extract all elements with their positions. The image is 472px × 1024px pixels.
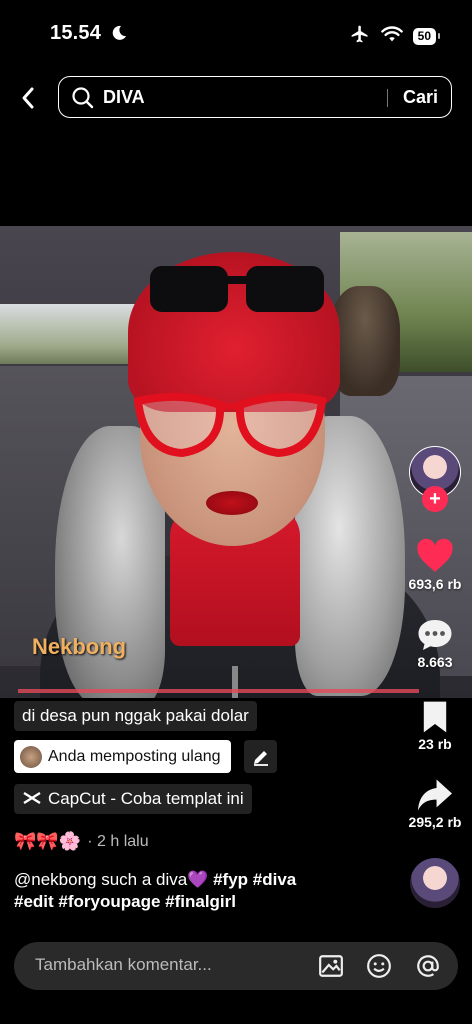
like-button[interactable]: 693,6 rb bbox=[399, 538, 471, 592]
bookmark-count: 23 rb bbox=[418, 736, 452, 752]
red-glasses-figure bbox=[133, 392, 327, 458]
follow-button[interactable]: + bbox=[422, 486, 448, 512]
image-icon[interactable] bbox=[318, 953, 344, 984]
capcut-label: CapCut - Coba templat ini bbox=[48, 789, 244, 808]
sound-title[interactable]: di desa pun nggak pakai dolar bbox=[14, 701, 257, 731]
comment-count: 8.663 bbox=[417, 654, 453, 670]
search-submit-button[interactable]: Cari bbox=[403, 87, 438, 108]
heart-icon bbox=[417, 538, 453, 572]
bookmark-icon bbox=[423, 701, 447, 733]
repost-thumbnail bbox=[20, 745, 42, 768]
like-count: 693,6 rb bbox=[408, 576, 462, 592]
comment-button[interactable]: 8.663 bbox=[399, 618, 471, 670]
search-icon bbox=[71, 86, 95, 115]
mention-icon[interactable] bbox=[415, 953, 441, 984]
sunglasses-figure bbox=[150, 266, 324, 312]
video-progress-bar[interactable] bbox=[18, 689, 419, 693]
post-description: @nekbong such a diva💜 #fyp #diva #edit #… bbox=[14, 869, 354, 913]
share-arrow-icon bbox=[418, 779, 452, 811]
person-lips bbox=[206, 491, 258, 515]
description-mention[interactable]: @nekbong such a diva💜 bbox=[14, 870, 208, 889]
edit-repost-button[interactable] bbox=[244, 740, 277, 773]
dog-figure bbox=[330, 286, 400, 396]
capcut-icon bbox=[23, 791, 41, 805]
search-divider bbox=[387, 89, 388, 107]
search-query[interactable]: DIVA bbox=[103, 87, 145, 108]
jacket-zipper bbox=[232, 666, 238, 698]
search-input[interactable]: DIVA Cari bbox=[58, 76, 452, 118]
back-button[interactable] bbox=[14, 82, 42, 114]
plus-icon: + bbox=[429, 488, 441, 510]
post-time: · 2 h lalu bbox=[87, 832, 149, 850]
share-button[interactable]: 295,2 rb bbox=[399, 778, 471, 830]
video-watermark: Nekbong bbox=[32, 634, 127, 659]
battery-icon: 50 bbox=[412, 28, 441, 45]
airplane-icon bbox=[349, 24, 371, 49]
share-count: 295,2 rb bbox=[408, 814, 462, 830]
description-tags-line1[interactable]: #fyp #diva bbox=[208, 870, 296, 889]
bookmark-button[interactable]: 23 rb bbox=[399, 700, 471, 752]
repost-label: Anda memposting ulang bbox=[48, 747, 221, 765]
post-emojis: 🎀🎀🌸 bbox=[14, 831, 82, 851]
status-time-text: 15.54 bbox=[50, 22, 102, 44]
pencil-icon bbox=[253, 750, 268, 766]
comment-placeholder: Tambahkan komentar... bbox=[35, 955, 212, 974]
post-meta: 🎀🎀🌸 · 2 h lalu bbox=[14, 831, 149, 852]
status-time: 15.54 bbox=[50, 22, 127, 47]
capcut-template-link[interactable]: CapCut - Coba templat ini bbox=[14, 784, 252, 814]
emoji-icon[interactable] bbox=[366, 953, 392, 984]
description-tags-line2[interactable]: #edit #foryoupage #finalgirl bbox=[14, 892, 236, 911]
chevron-left-icon bbox=[22, 87, 34, 109]
comment-icon bbox=[418, 620, 452, 650]
comment-input[interactable]: Tambahkan komentar... bbox=[14, 942, 458, 990]
wifi-icon bbox=[380, 25, 403, 48]
repost-badge[interactable]: Anda memposting ulang bbox=[14, 740, 231, 773]
music-disc[interactable] bbox=[410, 858, 460, 908]
moon-icon bbox=[111, 24, 127, 47]
status-icons: 50 bbox=[349, 24, 441, 49]
